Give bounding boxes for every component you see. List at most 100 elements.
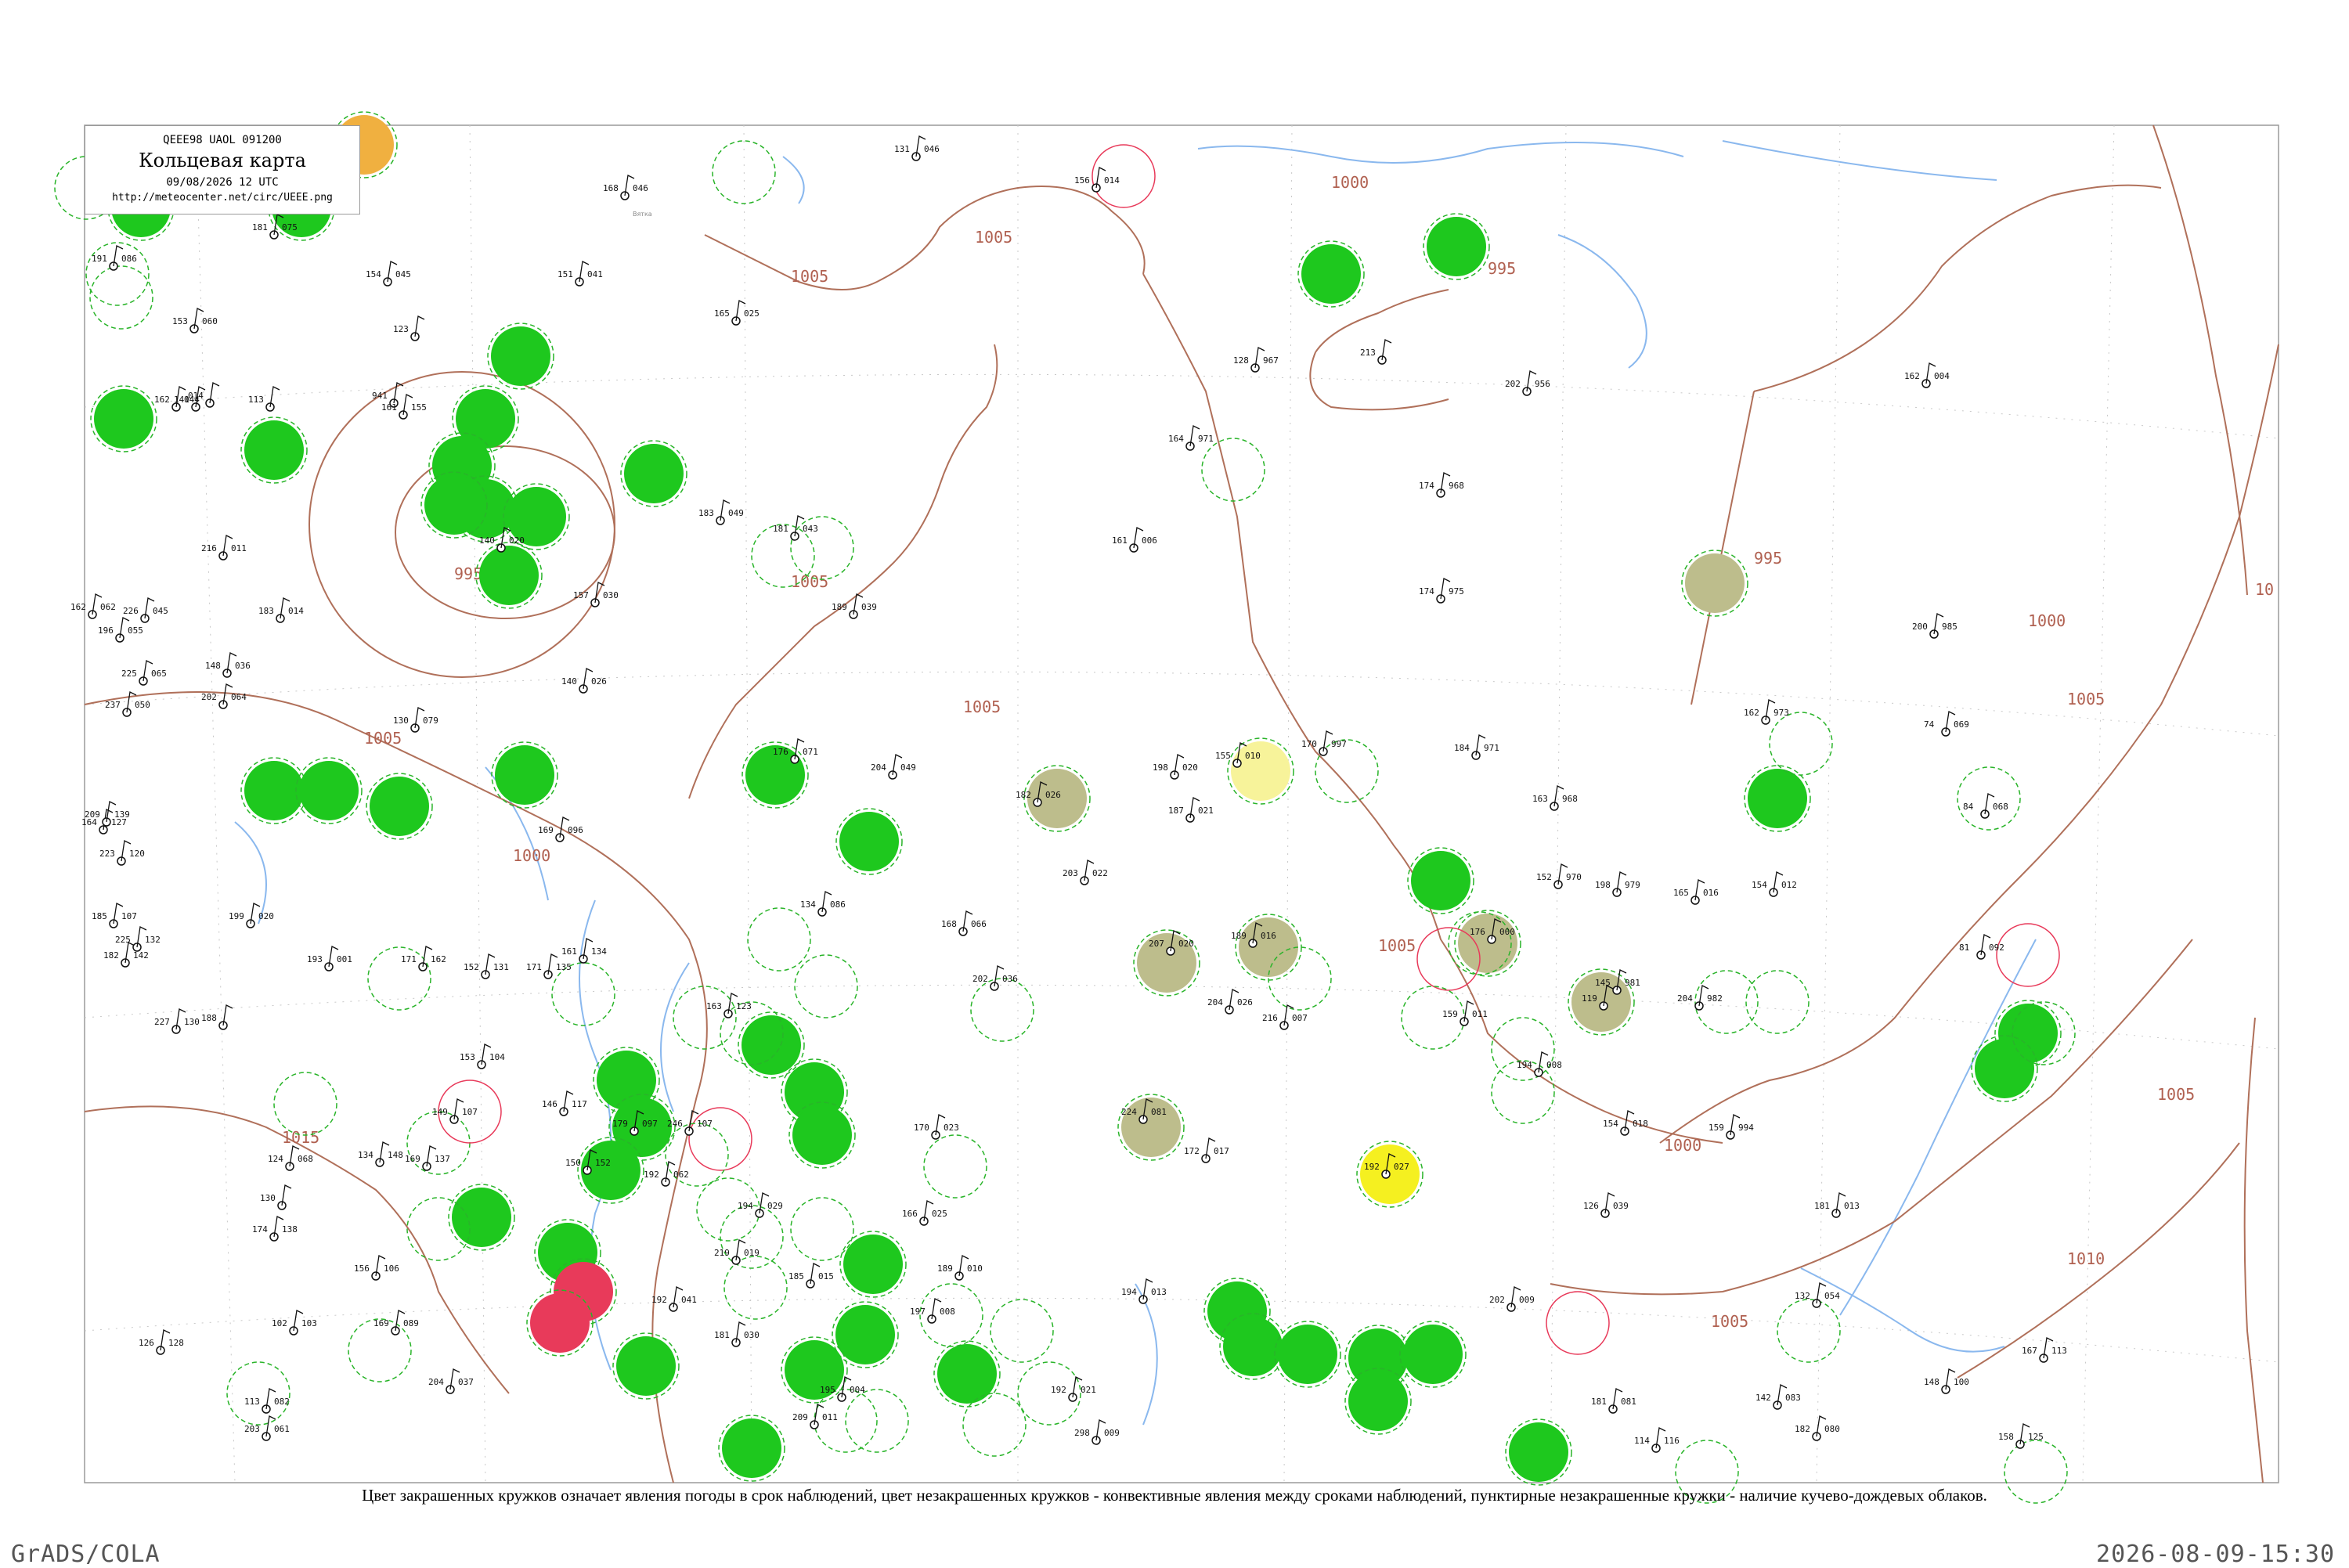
station-temp: 237 [105,700,121,710]
weather-marker [624,444,684,503]
station-temp: 298 [1074,1428,1090,1438]
station-temp: 142 [1755,1393,1771,1403]
station-pressure: 956 [1535,379,1550,389]
station-temp: 151 [557,269,573,279]
station-pressure: 982 [1707,993,1723,1004]
weather-marker [370,777,429,836]
station-plot: 198 020 [1153,754,1198,780]
station-plot: 174 968 [1419,472,1464,498]
station-pressure: 026 [591,676,607,687]
station-pressure: 017 [1214,1146,1229,1156]
station-pressure: 162 [431,954,446,964]
station-temp: 155 [1215,751,1231,761]
station-temp: 223 [99,849,115,859]
station-temp: 198 [1153,762,1168,773]
footer-timestamp: 2026-08-09-15:30 [2096,1541,2335,1568]
station-plot: 202 956 [1505,370,1550,396]
station-plot: 181 081 [1591,1388,1636,1414]
station-plot: 194 029 [738,1192,783,1218]
station-pressure: 062 [100,602,116,612]
station-pressure: 020 [509,535,525,546]
station-plot: 185 015 [788,1263,834,1289]
station-plot: 130 [260,1184,292,1210]
cb-ring [89,265,153,330]
station-pressure: 973 [1773,708,1789,718]
station-pressure: 069 [1954,719,1969,730]
station-pressure: 075 [282,222,298,232]
station-pressure: 970 [1566,872,1582,882]
station-plot: 174 975 [1419,578,1464,604]
station-pressure: 997 [1331,739,1347,749]
station-temp: 113 [248,395,264,405]
station-plot: 123 [393,315,425,341]
station-pressure: 045 [153,606,168,616]
station-temp: 185 [92,911,107,921]
station-pressure: 979 [1625,880,1640,890]
station-plot: 128 967 [1233,347,1279,373]
station-pressure: 049 [728,508,744,518]
station-pressure: 971 [1198,434,1214,444]
station-temp: 169 [373,1318,389,1328]
station-temp: 204 [1207,997,1223,1007]
weather-marker [1427,217,1486,276]
station-plot: 204 049 [871,754,916,780]
station-plot: 226 045 [123,597,168,623]
station-temp: 193 [307,954,323,964]
station-temp: 225 [121,669,137,679]
station-plot: 185 107 [92,903,137,928]
weather-marker [479,546,539,605]
station-plot: 74 069 [1924,711,1969,737]
station-pressure: 026 [1045,790,1061,800]
station-temp: 152 [1536,872,1552,882]
cb-ring [751,524,815,588]
station-temp: 168 [603,183,619,193]
weather-marker [491,326,550,386]
station-temp: 148 [1924,1377,1939,1387]
station-plot: 126 039 [1583,1192,1629,1218]
station-temp: 194 [738,1201,753,1211]
station-plot: 168 066 [941,910,987,936]
cb-ring [367,946,431,1011]
station-pressure: 081 [1151,1107,1167,1117]
station-pressure: 000 [1499,927,1515,937]
station-plot: 134 148 [358,1141,403,1167]
station-pressure: 061 [274,1424,290,1434]
weather-marker [1975,1039,2034,1098]
station-pressure: 004 [850,1385,865,1395]
station-temp: 188 [201,1013,217,1023]
station-temp: 181 [714,1330,730,1340]
station-temp: 169 [538,825,554,835]
station-plot: 113 082 [244,1388,290,1414]
station-pressure: 968 [1562,794,1578,804]
station-pressure: 066 [971,919,987,929]
footer-software: GrADS/COLA [11,1541,161,1568]
station-pressure: 131 [493,962,509,972]
map-date: 09/08/2026 12 UTC [166,176,279,189]
station-pressure: 013 [1844,1201,1860,1211]
station-temp: 119 [1582,993,1597,1004]
station-pressure: 100 [1954,1377,1969,1387]
station-temp: 196 [98,625,114,636]
cb-ring [348,1318,412,1382]
station-pressure: 039 [1613,1201,1629,1211]
station-temp: 145 [1595,978,1611,988]
station-temp: 154 [1752,880,1767,890]
station-temp: 204 [871,762,886,773]
station-plot: 163 968 [1532,785,1578,811]
station-pressure: 967 [1263,355,1279,366]
isobar-label: 1015 [282,1128,319,1147]
station-temp: 171 [401,954,417,964]
station-temp: 209 [85,809,100,820]
station-name: Вятка [633,211,652,218]
station-temp: 81 [1959,943,1969,953]
station-temp: 189 [937,1263,953,1274]
cb-ring [85,242,150,306]
station-pressure: 134 [591,946,607,957]
cb-ring [273,1072,337,1136]
station-pressure: 096 [568,825,583,835]
station-temp: 161 [561,946,577,957]
station-temp: 168 [941,919,957,929]
station-plot: 132 054 [1795,1282,1840,1308]
station-pressure: 082 [274,1397,290,1407]
station-temp: 181 [1814,1201,1830,1211]
